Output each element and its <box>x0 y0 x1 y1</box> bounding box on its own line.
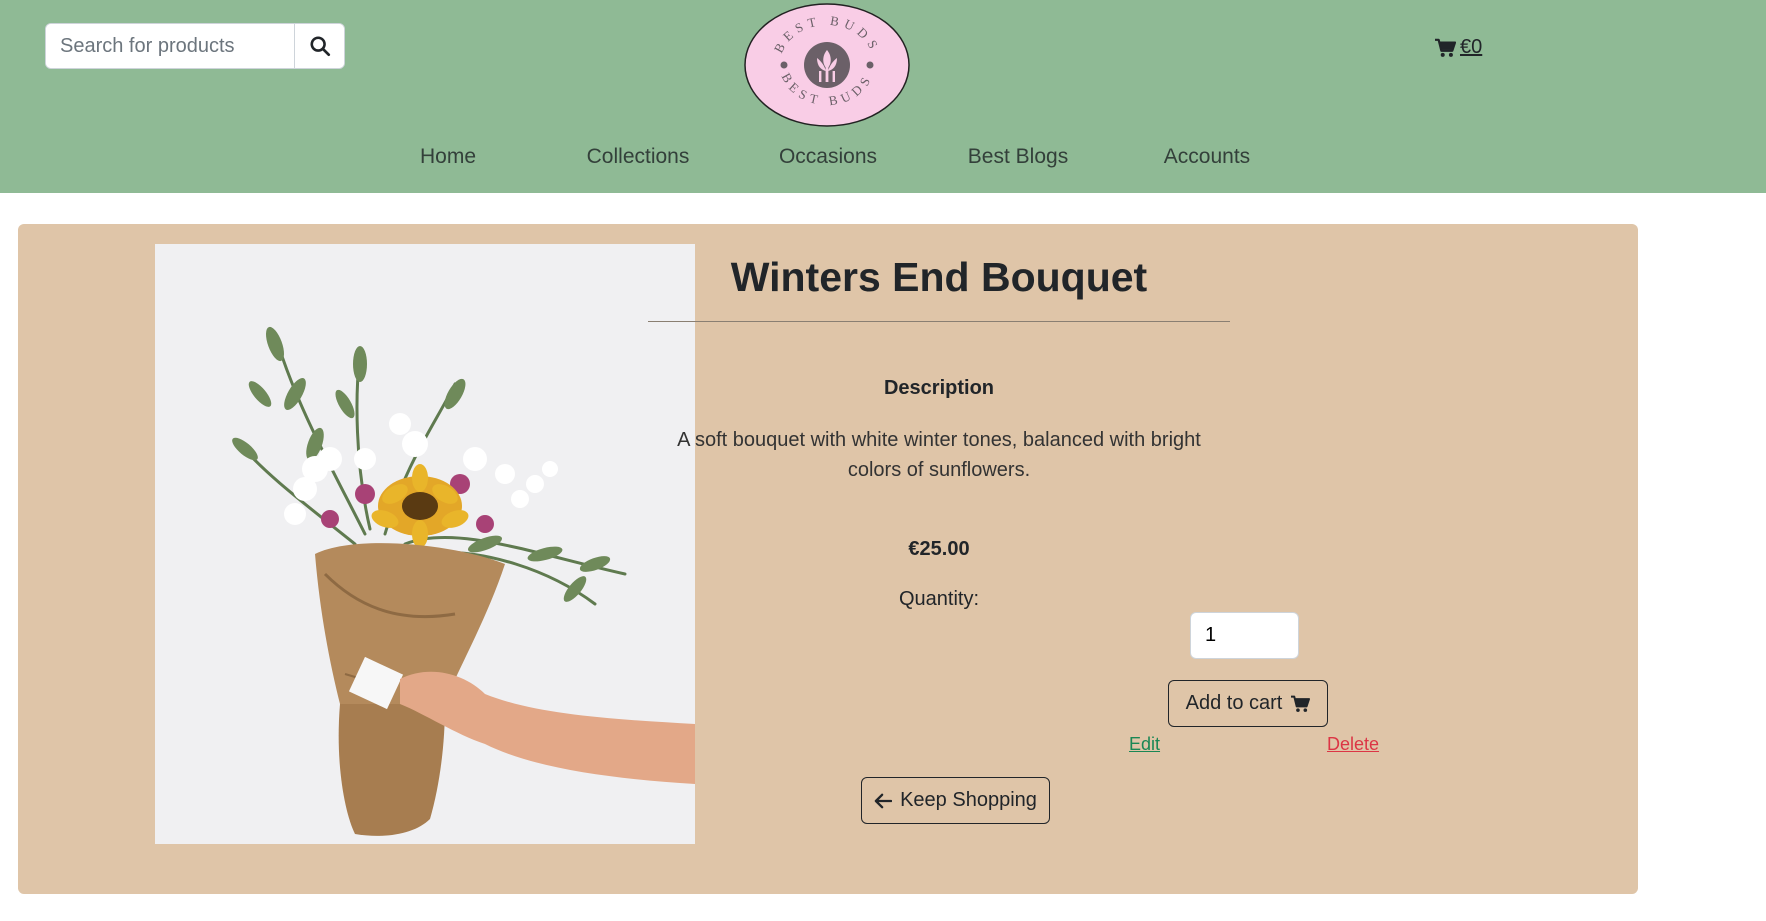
search-button[interactable] <box>294 24 344 68</box>
product-title: Winters End Bouquet <box>730 254 1148 300</box>
arrow-left-icon <box>874 793 893 808</box>
cart-icon <box>1291 695 1311 712</box>
product-description: A soft bouquet with white winter tones, … <box>677 429 1201 481</box>
product-image <box>155 244 695 844</box>
search-icon <box>309 36 330 57</box>
cart-total-amount: €0 <box>1460 36 1483 58</box>
nav-home[interactable]: Home <box>420 145 476 169</box>
cart-icon <box>1435 38 1456 57</box>
nav-best-blogs[interactable]: Best Blogs <box>968 145 1068 169</box>
edit-link[interactable]: Edit <box>1129 734 1160 755</box>
quantity-input[interactable] <box>1190 612 1299 659</box>
quantity-label: Quantity: <box>898 588 980 610</box>
search-input[interactable] <box>46 24 294 68</box>
add-to-cart-label: Add to cart <box>1185 692 1283 714</box>
cart-link[interactable]: €0 <box>1434 36 1482 59</box>
nav-accounts[interactable]: Accounts <box>1164 145 1250 169</box>
delete-link[interactable]: Delete <box>1327 734 1379 755</box>
search-form <box>45 23 345 69</box>
logo[interactable]: BEST BUDS BEST BUDS <box>744 3 910 127</box>
keep-shopping-button[interactable]: Keep Shopping <box>861 777 1050 824</box>
keep-shopping-label: Keep Shopping <box>900 789 1037 811</box>
product-card: Winters End Bouquet Description A soft b… <box>18 224 1638 894</box>
site-header: BEST BUDS BEST BUDS €0 Home Collections … <box>0 0 1766 193</box>
tulip-icon <box>804 42 850 88</box>
product-price: €25.00 <box>908 538 970 560</box>
title-divider <box>648 321 1230 322</box>
add-to-cart-button[interactable]: Add to cart <box>1168 680 1328 727</box>
description-heading: Description <box>883 377 995 399</box>
nav-collections[interactable]: Collections <box>587 145 690 169</box>
nav-occasions[interactable]: Occasions <box>779 145 877 169</box>
